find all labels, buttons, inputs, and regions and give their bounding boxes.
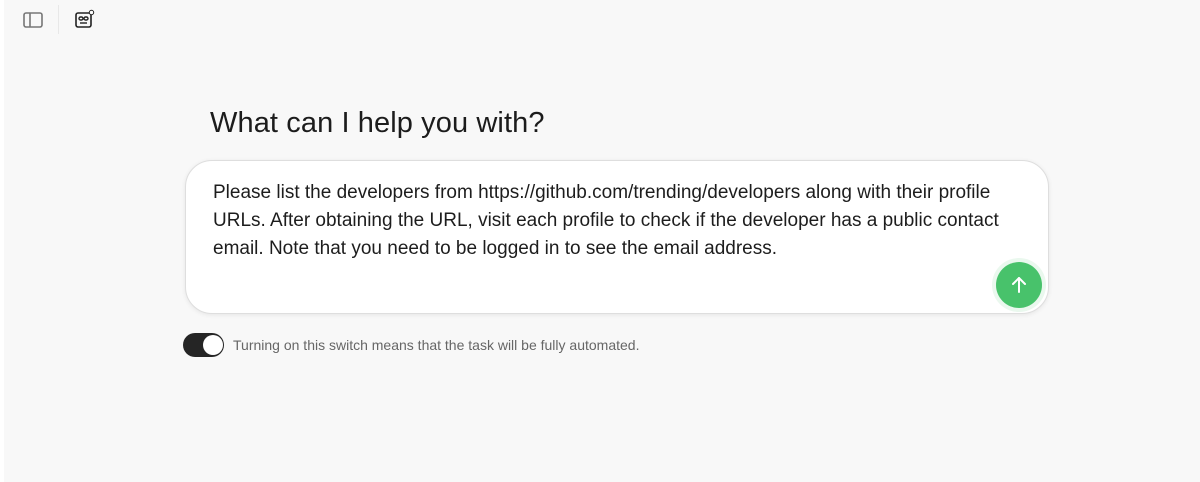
prompt-composer: Please list the developers from https://… [185,160,1049,314]
top-toolbar [4,0,1200,44]
automation-toggle-row: Turning on this switch means that the ta… [183,333,743,357]
prompt-input[interactable]: Please list the developers from https://… [213,179,1017,263]
app-window: What can I help you with? Please list th… [4,0,1200,482]
automation-toggle[interactable] [183,333,224,357]
bot-icon [75,9,95,28]
new-agent-button[interactable] [71,7,97,33]
sidebar-toggle-button[interactable] [20,7,46,33]
toggle-knob [203,335,223,355]
toolbar-divider [58,5,59,34]
send-button[interactable] [996,262,1042,308]
arrow-up-icon [1012,277,1026,293]
sidebar-toggle-icon [23,12,43,28]
page-title: What can I help you with? [210,107,545,139]
automation-toggle-label: Turning on this switch means that the ta… [233,337,640,353]
